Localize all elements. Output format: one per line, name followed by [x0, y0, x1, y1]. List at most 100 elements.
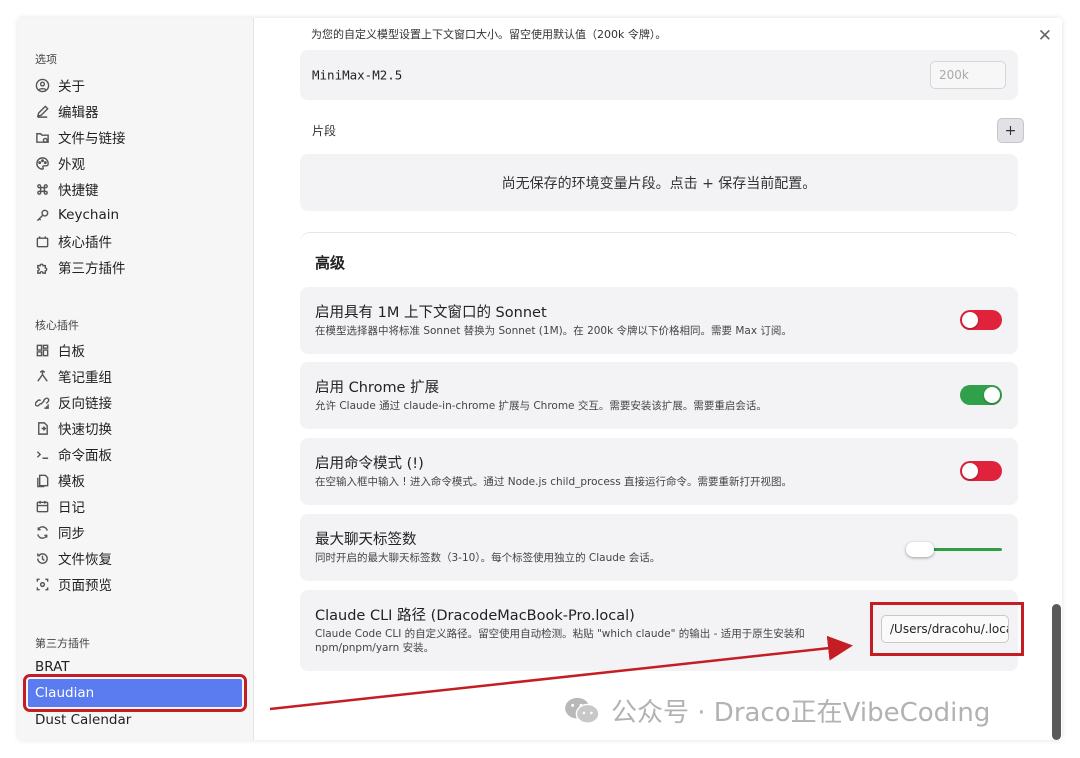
sidebar-item-label: 模板 — [58, 474, 85, 490]
sidebar-item-claudian[interactable]: Claudian — [23, 674, 247, 712]
sidebar-section-community: 第三方插件 — [35, 637, 90, 650]
toggle-knob — [962, 463, 978, 479]
settings-content: ✕ 为您的自定义模型设置上下文窗口大小。留空使用默认值（200k 令牌）。 Mi… — [255, 18, 1062, 740]
setting-description: 在空输入框中输入 ! 进入命令模式。通过 Node.js child_proce… — [315, 476, 793, 488]
palette-icon — [35, 156, 50, 171]
sidebar-item-dust-calendar[interactable]: Dust Calendar — [35, 708, 131, 732]
setting-description: 同时开启的最大聊天标签数（3-10）。每个标签使用独立的 Claude 会话。 — [315, 552, 661, 564]
sidebar-item-about[interactable]: 关于 — [35, 73, 85, 97]
context-size-input[interactable]: 200k — [930, 61, 1006, 89]
sidebar-item-command-palette[interactable]: 命令面板 — [35, 442, 112, 466]
sidebar-item-files-links[interactable]: 文件与链接 — [35, 125, 126, 149]
sidebar-item-keychain[interactable]: Keychain — [35, 203, 119, 227]
command-icon — [35, 182, 50, 197]
history-icon — [35, 551, 50, 566]
toggle-knob — [962, 312, 978, 328]
merge-icon — [35, 369, 50, 384]
settings-window: 选项 关于 编辑器 文件与链接 外观 快捷键 Keychain 核心插件 第三方… — [18, 18, 1062, 740]
sync-icon — [35, 525, 50, 540]
setting-description: 允许 Claude 通过 claude-in-chrome 扩展与 Chrome… — [315, 400, 767, 412]
sidebar-item-label: 日记 — [58, 500, 85, 516]
chrome-extension-toggle[interactable] — [960, 385, 1002, 405]
sidebar-item-label: 编辑器 — [58, 105, 99, 121]
sidebar-item-label: 白板 — [58, 344, 85, 360]
model-name: MiniMax-M2.5 — [312, 67, 403, 83]
model-context-row: MiniMax-M2.5 200k — [300, 50, 1018, 100]
max-chat-tabs-slider[interactable] — [906, 542, 1002, 557]
switch-icon — [35, 421, 50, 436]
settings-sidebar: 选项 关于 编辑器 文件与链接 外观 快捷键 Keychain 核心插件 第三方… — [18, 18, 254, 740]
toggle-knob — [984, 387, 1000, 403]
context-window-description: 为您的自定义模型设置上下文窗口大小。留空使用默认值（200k 令牌）。 — [311, 28, 667, 41]
sidebar-item-daily-notes[interactable]: 日记 — [35, 494, 85, 518]
sidebar-item-templates[interactable]: 模板 — [35, 468, 85, 492]
sidebar-item-label: Keychain — [58, 207, 120, 223]
setting-title: Claude CLI 路径 (DracodeMacBook-Pro.local) — [315, 608, 635, 624]
setting-sonnet-1m: 启用具有 1M 上下文窗口的 Sonnet 在模型选择器中将标准 Sonnet … — [300, 287, 1018, 354]
sidebar-item-brat[interactable]: BRAT — [35, 655, 70, 679]
sidebar-item-label: 笔记重组 — [58, 370, 112, 386]
snippets-empty-text: 尚无保存的环境变量片段。点击 + 保存当前配置。 — [501, 175, 817, 192]
sidebar-item-file-recovery[interactable]: 文件恢复 — [35, 546, 112, 570]
sidebar-item-label: 命令面板 — [58, 448, 112, 464]
command-mode-toggle[interactable] — [960, 461, 1002, 481]
setting-title: 启用 Chrome 扩展 — [315, 380, 440, 396]
terminal-icon — [35, 447, 50, 462]
sidebar-item-label: 文件恢复 — [58, 552, 112, 568]
setting-chrome-extension: 启用 Chrome 扩展 允许 Claude 通过 claude-in-chro… — [300, 362, 1018, 429]
sidebar-item-label: 关于 — [58, 79, 85, 95]
folder-link-icon — [35, 130, 50, 145]
sidebar-item-canvas[interactable]: 白板 — [35, 338, 85, 362]
sidebar-section-core: 核心插件 — [35, 319, 79, 332]
setting-title: 最大聊天标签数 — [315, 532, 417, 548]
setting-description-line: npm/pnpm/yarn 安装。 — [315, 642, 435, 654]
scrollbar-thumb[interactable] — [1052, 604, 1061, 740]
setting-max-chat-tabs: 最大聊天标签数 同时开启的最大聊天标签数（3-10）。每个标签使用独立的 Cla… — [300, 514, 1018, 581]
sidebar-item-quick-switcher[interactable]: 快速切换 — [35, 416, 112, 440]
setting-command-mode: 启用命令模式 (!) 在空输入框中输入 ! 进入命令模式。通过 Node.js … — [300, 438, 1018, 505]
calendar-icon — [35, 499, 50, 514]
setting-description: Claude Code CLI 的自定义路径。留空使用自动检测。粘贴 "whic… — [315, 627, 805, 655]
sidebar-item-appearance[interactable]: 外观 — [35, 151, 85, 175]
sidebar-item-core-plugins[interactable]: 核心插件 — [35, 229, 112, 253]
plugin-icon — [35, 234, 50, 249]
sidebar-item-label: 文件与链接 — [58, 131, 126, 147]
sidebar-item-note-composer[interactable]: 笔记重组 — [35, 364, 112, 388]
setting-title: 启用命令模式 (!) — [315, 456, 424, 472]
watermark: 公众号 · Draco正在VibeCoding — [563, 692, 990, 729]
preview-icon — [35, 577, 50, 592]
section-divider — [300, 232, 1018, 246]
advanced-section-title: 高级 — [315, 254, 346, 272]
cli-path-input[interactable]: /Users/dracohu/.local/bin/claude — [881, 615, 1009, 643]
add-snippet-button[interactable]: + — [997, 118, 1024, 143]
sidebar-item-label: 反向链接 — [58, 396, 112, 412]
snippets-label: 片段 — [312, 124, 337, 138]
setting-description-line: Claude Code CLI 的自定义路径。留空使用自动检测。粘贴 "whic… — [315, 628, 805, 640]
sidebar-item-page-preview[interactable]: 页面预览 — [35, 572, 112, 596]
close-icon[interactable]: ✕ — [1038, 26, 1052, 46]
sidebar-item-label: 快速切换 — [58, 422, 112, 438]
sidebar-item-editor[interactable]: 编辑器 — [35, 99, 99, 123]
sidebar-item-sync[interactable]: 同步 — [35, 520, 85, 544]
grid-icon — [35, 343, 50, 358]
sidebar-item-backlinks[interactable]: 反向链接 — [35, 390, 112, 414]
snippets-empty-panel: 尚无保存的环境变量片段。点击 + 保存当前配置。 — [300, 154, 1018, 211]
slider-thumb[interactable] — [906, 542, 934, 557]
watermark-text: 公众号 · Draco正在VibeCoding — [611, 698, 991, 728]
sonnet-1m-toggle[interactable] — [960, 310, 1002, 330]
cli-path-highlight: /Users/dracohu/.local/bin/claude — [870, 602, 1024, 656]
setting-title: 启用具有 1M 上下文窗口的 Sonnet — [315, 305, 547, 321]
puzzle-icon — [35, 260, 50, 275]
sidebar-item-label: 第三方插件 — [58, 261, 126, 277]
setting-claude-cli-path: Claude CLI 路径 (DracodeMacBook-Pro.local)… — [300, 590, 1024, 671]
sidebar-item-label: 页面预览 — [58, 578, 112, 594]
sidebar-item-community-plugins[interactable]: 第三方插件 — [35, 255, 126, 279]
sidebar-item-label: 同步 — [58, 526, 85, 542]
sidebar-item-label: 核心插件 — [58, 235, 112, 251]
sidebar-item-label: 快捷键 — [58, 183, 99, 199]
sidebar-item-hotkeys[interactable]: 快捷键 — [35, 177, 99, 201]
backlink-icon — [35, 395, 50, 410]
sidebar-item-label: 外观 — [58, 157, 85, 173]
key-icon — [35, 208, 50, 223]
sidebar-section-options: 选项 — [35, 53, 57, 66]
